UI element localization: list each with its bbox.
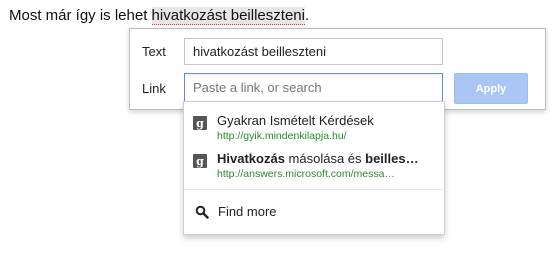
text-label: Text [142, 44, 166, 59]
document-text-after: . [304, 7, 310, 24]
document-text-line[interactable]: Most már így is lehet hivatkozást beille… [9, 6, 309, 26]
apply-button[interactable]: Apply [454, 73, 528, 104]
document-text-before: Most már így is lehet [9, 7, 152, 24]
suggestion-title: Gyakran Ismételt Kérdések [217, 113, 374, 128]
find-more-button[interactable]: Find more [184, 200, 444, 224]
link-suggestions-dropdown: g Gyakran Ismételt Kérdések http://gyik.… [183, 101, 445, 235]
link-input[interactable] [184, 73, 443, 102]
text-input[interactable] [184, 38, 443, 65]
link-dialog: Text Link Apply [129, 28, 546, 110]
suggestion-url: http://gyik.mindenkilapja.hu/ [217, 130, 347, 142]
suggestion-item[interactable]: g Hivatkozás másolása és beilles… http:/… [184, 148, 444, 184]
find-more-label: Find more [218, 204, 277, 219]
google-g-icon: g [193, 116, 207, 130]
selected-text[interactable]: hivatkozást beilleszteni [151, 7, 305, 25]
google-g-icon: g [193, 154, 207, 168]
suggestion-url: http://answers.microsoft.com/messa… [217, 168, 395, 180]
suggestion-title: Hivatkozás másolása és beilles… [217, 151, 419, 166]
link-label: Link [142, 81, 166, 96]
search-icon [195, 205, 209, 219]
dropdown-divider [184, 189, 444, 190]
suggestion-item[interactable]: g Gyakran Ismételt Kérdések http://gyik.… [184, 110, 444, 146]
